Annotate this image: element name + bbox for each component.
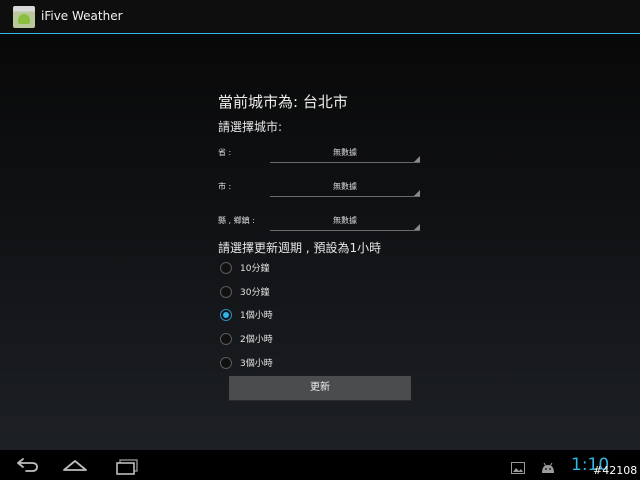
navigation-bar: 1:10 xyxy=(0,450,640,480)
android-logo-icon xyxy=(18,14,30,24)
content-area: 當前城市為: 台北市 請選擇城市: 省 : 無數據 市 : 無數據 縣 , 鄉鎮… xyxy=(0,34,640,450)
county-spinner[interactable]: 無數據 xyxy=(270,210,420,231)
dropdown-arrow-icon xyxy=(414,190,420,196)
radio-button[interactable] xyxy=(220,262,232,274)
select-city-label: 請選擇城市: xyxy=(218,120,283,134)
dropdown-arrow-icon xyxy=(414,224,420,230)
watermark-text: #42108 xyxy=(593,464,638,477)
radio-button[interactable] xyxy=(220,286,232,298)
city-spinner[interactable]: 無數據 xyxy=(270,176,420,197)
app-title: iFive Weather xyxy=(41,9,123,23)
update-period-label: 請選擇更新週期 , 預設為1小時 xyxy=(218,241,382,255)
app-icon xyxy=(13,6,35,28)
radio-button-checked[interactable] xyxy=(220,309,232,321)
period-option-2hour[interactable]: 2個小時 xyxy=(220,331,420,349)
city-label: 市 : xyxy=(218,182,232,191)
action-bar: iFive Weather xyxy=(0,0,640,34)
android-debug-icon xyxy=(540,459,556,478)
province-spinner[interactable]: 無數據 xyxy=(270,142,420,163)
period-option-label: 2個小時 xyxy=(240,335,273,345)
radio-button[interactable] xyxy=(220,357,232,369)
period-option-3hour[interactable]: 3個小時 xyxy=(220,355,420,373)
period-option-10min[interactable]: 10分鐘 xyxy=(220,260,420,278)
city-spinner-value: 無數據 xyxy=(333,182,357,191)
update-button[interactable]: 更新 xyxy=(229,376,411,401)
period-option-30min[interactable]: 30分鐘 xyxy=(220,284,420,302)
recent-apps-icon[interactable] xyxy=(110,454,144,476)
province-spinner-value: 無數據 xyxy=(333,148,357,157)
county-label: 縣 , 鄉鎮 : xyxy=(218,216,255,225)
period-option-label: 30分鐘 xyxy=(240,288,270,298)
province-label: 省 : xyxy=(218,148,232,157)
period-option-1hour[interactable]: 1個小時 xyxy=(220,307,420,325)
dropdown-arrow-icon xyxy=(414,156,420,162)
gallery-icon xyxy=(511,459,525,478)
home-icon[interactable] xyxy=(58,454,92,476)
screen: iFive Weather 當前城市為: 台北市 請選擇城市: 省 : 無數據 … xyxy=(0,0,640,480)
radio-button[interactable] xyxy=(220,333,232,345)
county-spinner-value: 無數據 xyxy=(333,216,357,225)
back-arrow-icon[interactable] xyxy=(10,454,44,476)
period-option-label: 1個小時 xyxy=(240,311,273,321)
period-option-label: 3個小時 xyxy=(240,359,273,369)
period-option-label: 10分鐘 xyxy=(240,264,270,274)
current-city-text: 當前城市為: 台北市 xyxy=(218,93,348,111)
